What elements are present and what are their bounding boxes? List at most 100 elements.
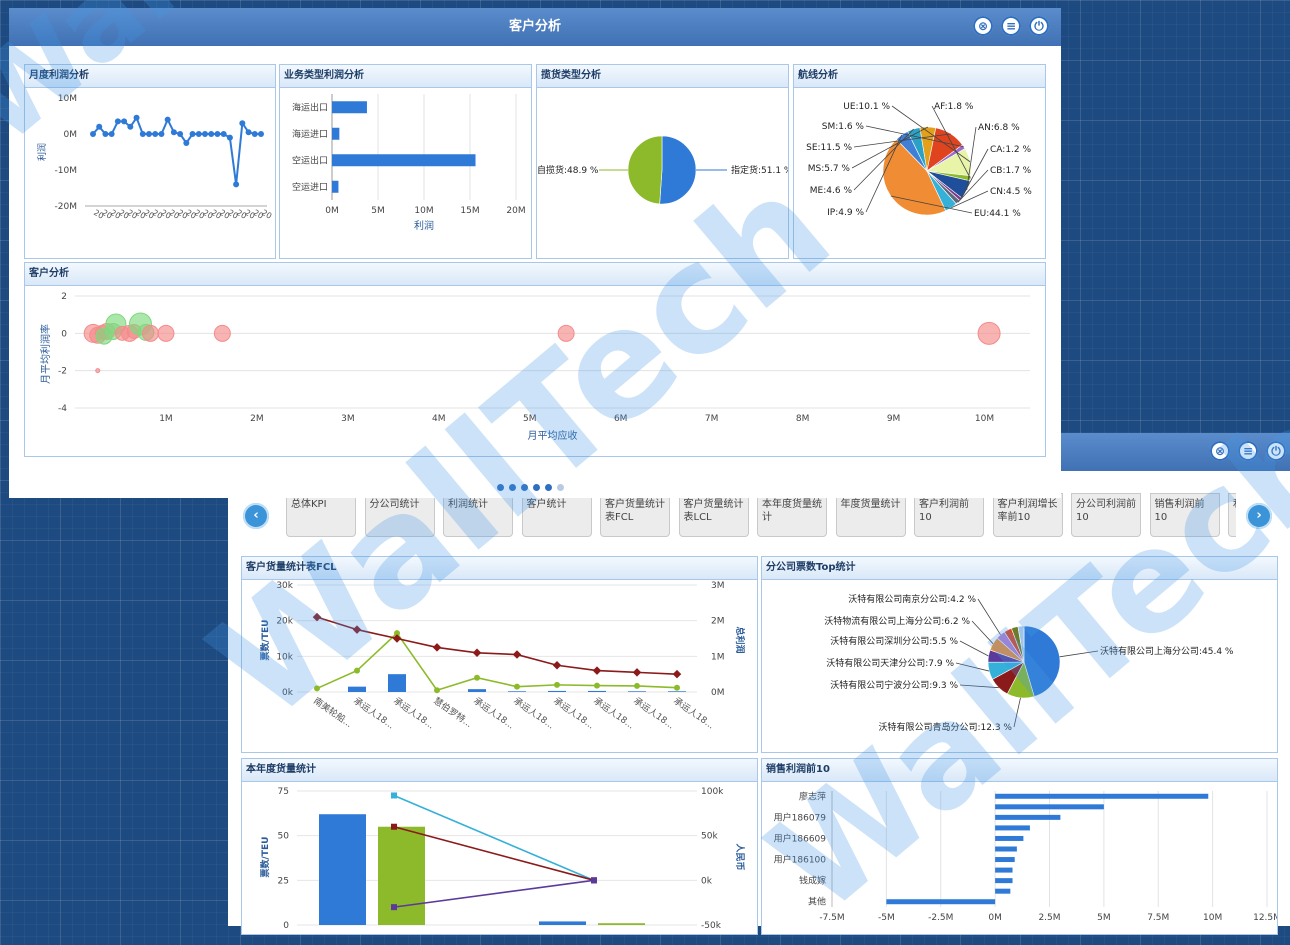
pie-label: AF:1.8 % (934, 102, 974, 112)
series-line (316, 616, 678, 675)
data-point (152, 131, 159, 137)
pager-dot[interactable] (509, 484, 516, 491)
pie-label: 沃特有限公司宁波分公司:9.3 % (830, 679, 958, 691)
data-point (251, 131, 258, 137)
tab-4[interactable]: 客户货量统计表FCL (600, 493, 670, 537)
x-tick-label: -2.5M (928, 913, 953, 923)
x-tick-label: 4M (432, 414, 446, 424)
carousel-pager (497, 483, 569, 494)
x-tick-label: 承运人18... (391, 695, 436, 731)
sales-top-chart: -7.5M -5M -2.5M 0M 2.5M 5M 7.5M 10M 12.5M 廖志萍用户18… (774, 790, 1277, 923)
y-tick-label: 0k (282, 688, 294, 698)
data-point (208, 131, 215, 137)
tabs-container: 总体KPI 分公司统计 利润统计 客户统计 客户货量统计表FCL 客户货量统计表LCL 本年… (286, 493, 1236, 541)
tabs-prev-button[interactable]: ‹ (243, 503, 269, 529)
pie-label: CA:1.2 % (990, 145, 1031, 155)
data-point (133, 114, 140, 121)
pie-label: UE:10.1 % (843, 102, 890, 112)
tabs-next-button[interactable]: › (1246, 503, 1272, 529)
x-tick-label: 5M (523, 414, 537, 424)
tab-11[interactable]: 销售利润前10 (1149, 493, 1220, 537)
menu-circle-icon[interactable]: ≡ (1001, 16, 1021, 36)
y2-tick-label: 100k (701, 787, 724, 797)
tab-10[interactable]: 分公司利润前10 (1071, 493, 1141, 537)
bar (995, 825, 1030, 831)
x-axis-label: 月平均应收 (528, 429, 578, 442)
y-tick-label: 25 (278, 876, 289, 886)
scatter-point (213, 324, 231, 342)
panel-sales-top: 销售利润前10 -7.5M -5M -2.5M 0M 2.5M 5M 7.5M 10M 12.5… (761, 758, 1278, 935)
x-tick-label: -7.5M (819, 913, 844, 923)
bar (332, 101, 367, 114)
data-point (158, 131, 165, 137)
power-icon[interactable]: ⏻ (1029, 16, 1049, 36)
data-point (592, 666, 602, 675)
category-label: 海运进口 (292, 128, 328, 140)
y2-tick-label: 0M (711, 688, 725, 698)
bar (995, 846, 1017, 852)
bar (995, 867, 1013, 873)
panel-title: 分公司票数Top统计 (762, 557, 1277, 580)
x-tick-label: 10M (1203, 913, 1222, 923)
pie-label: AN:6.8 % (978, 123, 1020, 133)
y-tick-label: -10M (55, 166, 77, 176)
tab-2[interactable]: 利润统计 (443, 493, 513, 537)
data-point (189, 131, 196, 137)
pager-dot[interactable] (497, 484, 504, 491)
power-icon[interactable]: ⏻ (1266, 441, 1286, 461)
x-tick-label: 7.5M (1147, 913, 1169, 923)
bar (995, 793, 1209, 799)
tab-0[interactable]: 总体KPI (286, 493, 356, 537)
y2-tick-label: 2M (711, 617, 725, 627)
data-point (352, 625, 362, 634)
y-axis-label: 票数/TEU (259, 837, 271, 878)
pie-label: 指定货:51.1 % (731, 164, 788, 176)
pager-dot[interactable] (521, 484, 528, 491)
tab-8[interactable]: 客户利润前10 (914, 493, 984, 537)
x-tick-label: 承运人18... (551, 695, 596, 731)
close-circle-icon[interactable]: ⊗ (1210, 441, 1230, 461)
y-tick-label: 0 (283, 921, 289, 931)
tab-6[interactable]: 本年度货量统计 (757, 493, 827, 537)
tab-12[interactable]: 利 (1228, 493, 1236, 537)
tab-9[interactable]: 客户利润增长率前10 (992, 493, 1063, 537)
pager-dot[interactable] (533, 484, 540, 491)
pie-label: CB:1.7 % (990, 166, 1032, 176)
label-leader (1013, 697, 1021, 728)
pager-dot[interactable] (545, 484, 552, 491)
data-point (314, 685, 320, 692)
tab-5[interactable]: 客户货量统计表LCL (678, 493, 749, 537)
bar (332, 154, 476, 167)
y2-tick-label: 50k (701, 832, 718, 842)
x-tick-label: 承运人18... (351, 695, 396, 731)
branch-pie-chart: 沃特有限公司上海分公司:45.4 % 沃特有限公司青岛分公司:12.3 % 沃特有限… (824, 593, 1234, 733)
category-label: 用户186609 (774, 832, 827, 844)
bar (332, 127, 340, 140)
tab-3[interactable]: 客户统计 (521, 493, 592, 537)
bar (539, 921, 586, 925)
tab-7[interactable]: 年度货量统计 (835, 493, 906, 537)
data-point (233, 181, 240, 188)
data-point (434, 687, 440, 694)
menu-circle-icon[interactable]: ≡ (1238, 441, 1258, 461)
label-leader (955, 662, 990, 672)
pager-dot[interactable] (557, 484, 564, 491)
close-circle-icon[interactable]: ⊗ (973, 16, 993, 36)
business-type-chart: 0M 5M 10M 15M 20M 海运出口海运进口空运出口空运进口利润 (292, 94, 526, 232)
y-axis-label: 票数/TEU (259, 620, 271, 661)
x-tick-label: 10M (975, 414, 994, 424)
x-tick-label: 慧伯罗特... (431, 695, 474, 730)
data-point (634, 682, 640, 689)
pie-label: 沃特有限公司上海分公司:45.4 % (1100, 645, 1234, 657)
data-point (226, 134, 233, 141)
panel-route: 航线分析 EU:44.1 % IP:4.9 % ME:4.6 % MS:5.7 % SE… (793, 64, 1046, 259)
data-point (245, 129, 252, 136)
tab-1[interactable]: 分公司统计 (364, 493, 435, 537)
y-tick-label: 0M (64, 130, 78, 140)
x-tick-label: 6M (614, 414, 628, 424)
bar (995, 835, 1024, 841)
panel-branch-top: 分公司票数Top统计 沃特有限公司上海分公司:45.4 % 沃特有限公司青岛分公司… (761, 556, 1278, 753)
data-point (474, 674, 480, 681)
x-tick-label: 承运人18... (591, 695, 636, 731)
bar (548, 690, 566, 692)
